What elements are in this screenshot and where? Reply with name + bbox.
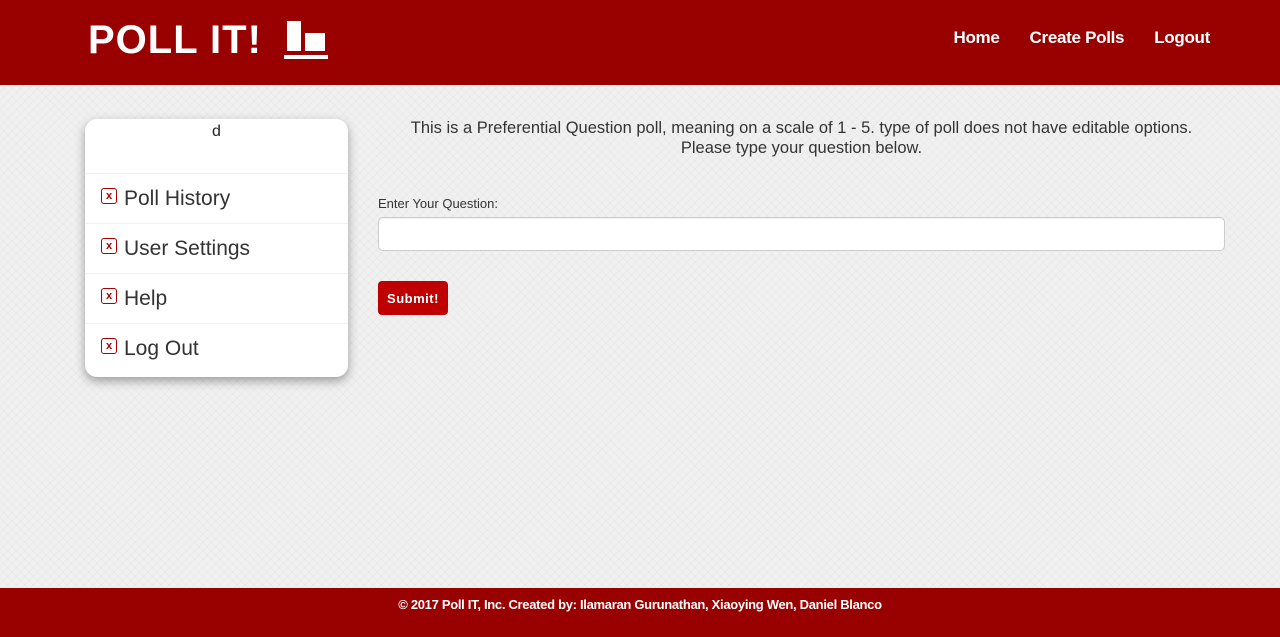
x-box-icon: x bbox=[101, 187, 117, 204]
description-line-2: Please type your question below. bbox=[680, 139, 923, 157]
main-content: This is a Preferential Question poll, me… bbox=[378, 118, 1225, 315]
brand-title: POLL IT! bbox=[88, 18, 262, 62]
sidebar-item-label: Help bbox=[124, 286, 168, 310]
sidebar-item-label: Log Out bbox=[124, 336, 199, 360]
nav-logout-link[interactable]: Logout bbox=[1154, 28, 1210, 48]
question-label: Enter Your Question: bbox=[378, 196, 498, 211]
nav-home-link[interactable]: Home bbox=[953, 28, 999, 48]
footer-copyright: © 2017 Poll IT, Inc. Created by: Ilamara… bbox=[398, 597, 882, 612]
nav-links: Home Create Polls Logout bbox=[923, 28, 1210, 48]
sidebar-item-poll-history[interactable]: x Poll History bbox=[85, 173, 348, 223]
sidebar-item-label: Poll History bbox=[124, 186, 231, 210]
brand-logo[interactable]: POLL IT! bbox=[88, 18, 328, 62]
navbar: POLL IT! Home Create Polls Logout bbox=[0, 0, 1280, 85]
x-box-icon: x bbox=[101, 237, 117, 254]
sidebar-username: d bbox=[212, 123, 221, 140]
bar-chart-icon bbox=[283, 21, 328, 59]
description-line-1: This is a Preferential Question poll, me… bbox=[410, 119, 1193, 137]
sidebar-item-log-out[interactable]: x Log Out bbox=[85, 323, 348, 373]
nav-create-polls-link[interactable]: Create Polls bbox=[1030, 28, 1125, 48]
sidebar-item-label: User Settings bbox=[124, 236, 251, 260]
submit-button[interactable]: Submit! bbox=[378, 281, 448, 315]
poll-description: This is a Preferential Question poll, me… bbox=[378, 118, 1225, 158]
sidebar-item-user-settings[interactable]: x User Settings bbox=[85, 223, 348, 273]
footer: © 2017 Poll IT, Inc. Created by: Ilamara… bbox=[0, 588, 1280, 637]
x-box-icon: x bbox=[101, 287, 117, 304]
x-box-icon: x bbox=[101, 337, 117, 354]
question-input[interactable] bbox=[378, 217, 1225, 251]
sidebar: d x Poll History x User Settings x Help … bbox=[85, 119, 348, 377]
sidebar-item-help[interactable]: x Help bbox=[85, 273, 348, 323]
